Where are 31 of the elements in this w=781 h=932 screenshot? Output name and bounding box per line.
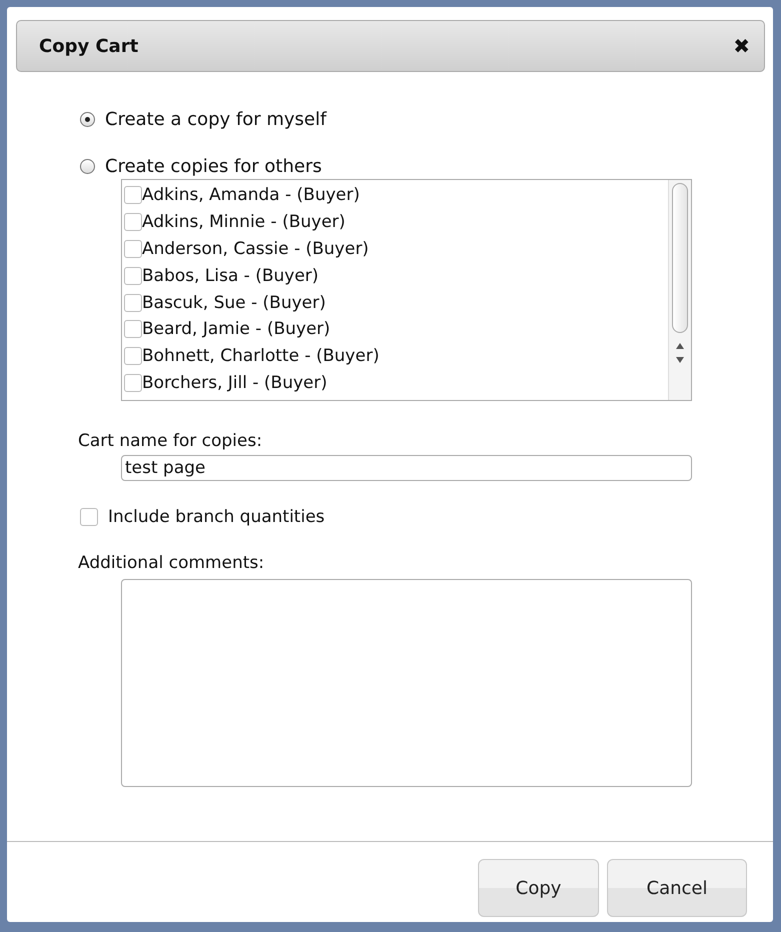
- checkbox[interactable]: [124, 320, 142, 338]
- recipient-label[interactable]: Borchers, Jill - (Buyer): [142, 372, 328, 393]
- dialog-title: Copy Cart: [39, 36, 138, 56]
- checkbox[interactable]: [80, 508, 98, 526]
- copy-button[interactable]: Copy: [478, 859, 599, 917]
- cart-name-field[interactable]: test page: [121, 455, 692, 481]
- checkbox[interactable]: [124, 213, 142, 232]
- recipient-label[interactable]: Bascuk, Sue - (Buyer): [142, 292, 326, 313]
- scrollbar[interactable]: [668, 180, 691, 400]
- checkbox-label[interactable]: Include branch quantities: [108, 507, 325, 527]
- field-label: Cart name for copies:: [78, 431, 264, 451]
- checkbox[interactable]: [124, 294, 142, 312]
- comments-field[interactable]: [121, 579, 692, 787]
- recipient-label[interactable]: Beard, Jamie - (Buyer): [142, 319, 330, 340]
- radio-button[interactable]: [80, 112, 95, 127]
- recipient-label[interactable]: Adkins, Minnie - (Buyer): [142, 212, 346, 232]
- checkbox[interactable]: [124, 347, 142, 366]
- radio-label[interactable]: Create a copy for myself: [105, 109, 326, 130]
- recipient-label[interactable]: Anderson, Cassie - (Buyer): [142, 238, 369, 259]
- checkbox[interactable]: [124, 240, 142, 258]
- checkbox[interactable]: [124, 374, 142, 392]
- close-button[interactable]: ✖: [733, 34, 750, 58]
- field-label: Additional comments:: [78, 553, 266, 573]
- cancel-button[interactable]: Cancel: [607, 859, 747, 917]
- recipient-label[interactable]: Adkins, Amanda - (Buyer): [142, 185, 360, 206]
- radio-label[interactable]: Create copies for others: [105, 156, 322, 177]
- checkbox[interactable]: [124, 186, 142, 204]
- checkbox[interactable]: [124, 266, 142, 285]
- radio-button[interactable]: [80, 159, 95, 174]
- recipient-label[interactable]: Bohnett, Charlotte - (Buyer): [142, 346, 380, 366]
- recipient-label[interactable]: Babos, Lisa - (Buyer): [142, 266, 319, 286]
